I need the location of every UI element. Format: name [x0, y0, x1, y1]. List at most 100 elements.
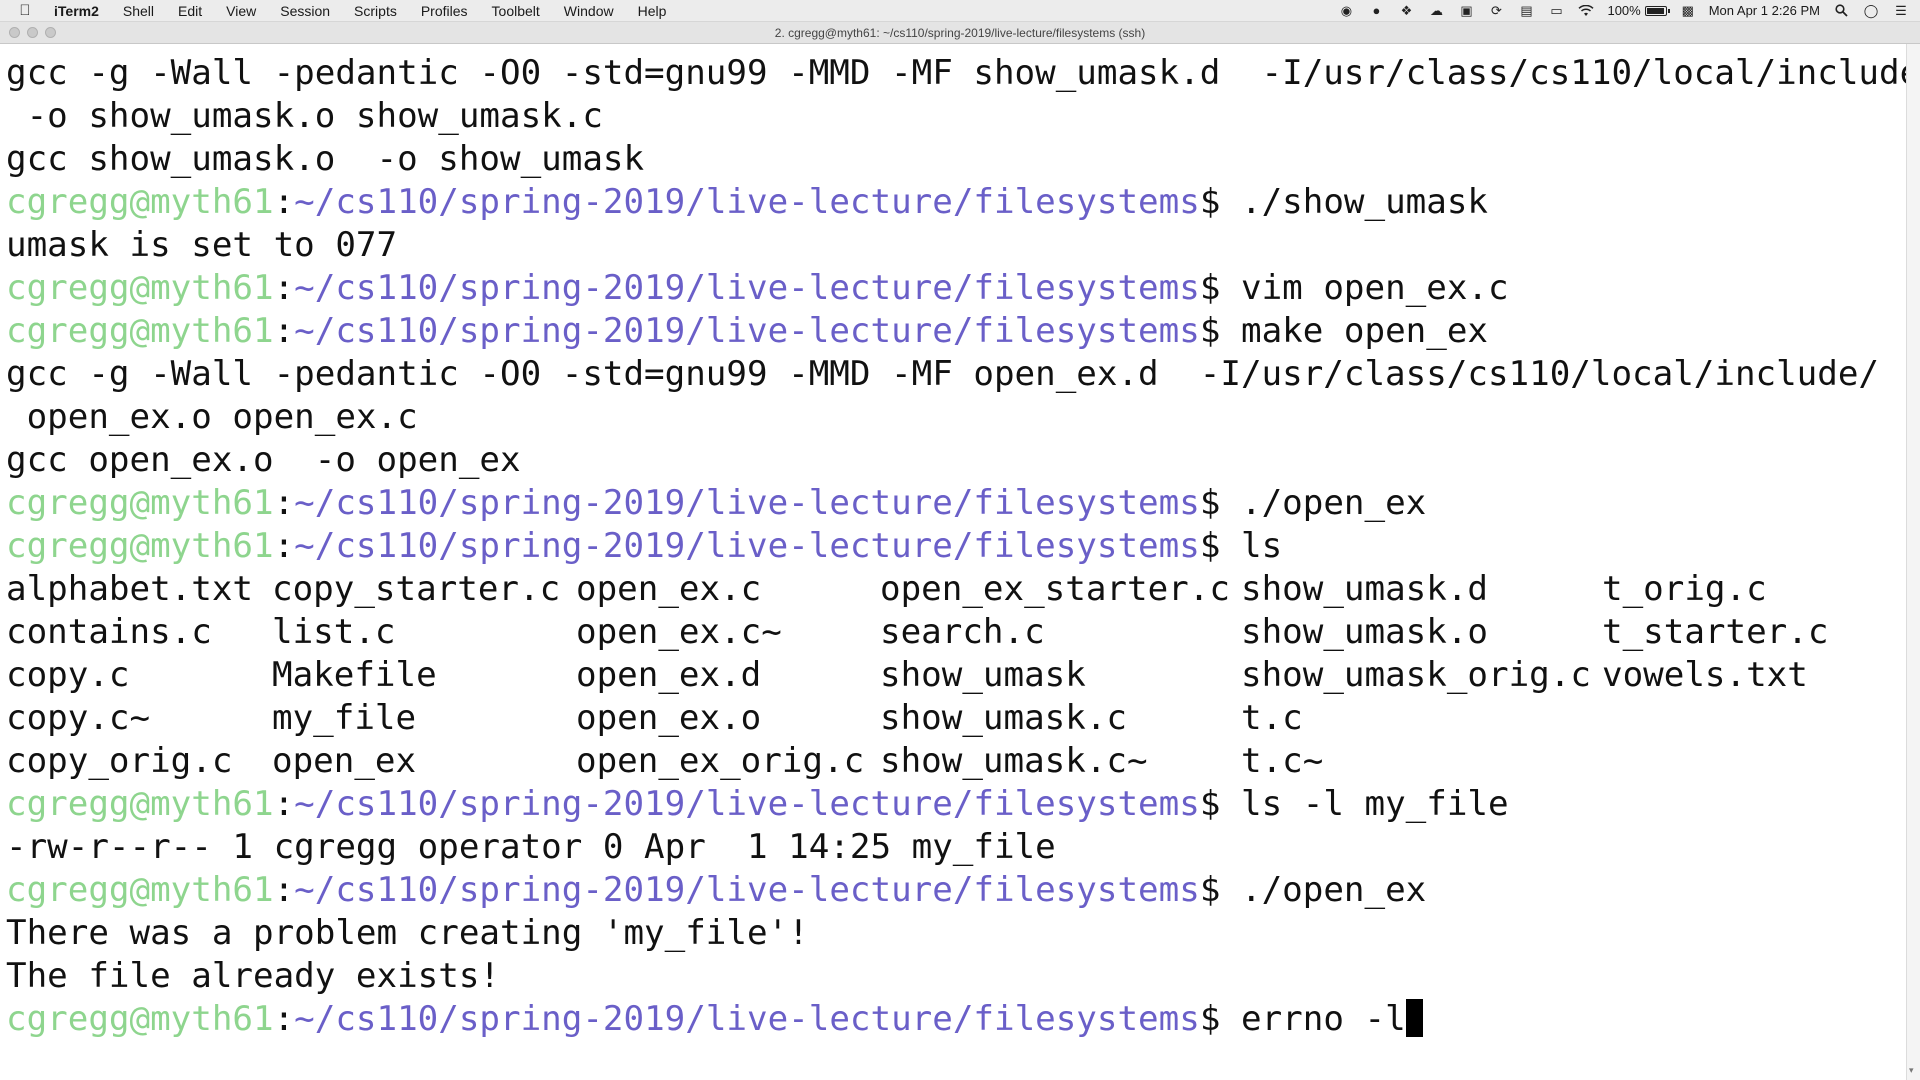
prompt-user-host: cgregg@myth61: [6, 483, 274, 523]
ls-file-entry: open_ex_orig.c: [576, 741, 865, 781]
ls-file-entry: open_ex: [272, 741, 417, 781]
ls-file-entry: t_starter.c: [1602, 612, 1829, 652]
menu-clock[interactable]: Mon Apr 1 2:26 PM: [1709, 3, 1820, 18]
prompt-user-host: cgregg@myth61: [6, 182, 274, 222]
menu-toolbelt[interactable]: Toolbelt: [480, 3, 552, 19]
ls-file-entry: t_orig.c: [1602, 569, 1767, 609]
prompt-line: cgregg@myth61:~/cs110/spring-2019/live-l…: [6, 482, 1906, 525]
airplay-icon[interactable]: ▭: [1547, 2, 1565, 20]
output-text: -rw-r--r-- 1 cgregg operator 0 Apr 1 14:…: [6, 827, 1056, 867]
ls-file-entry: open_ex.c: [576, 569, 762, 609]
prompt-dollar: $: [1199, 526, 1221, 566]
prompt-colon: :: [273, 999, 295, 1039]
prompt-colon: :: [273, 784, 295, 824]
sync-icon[interactable]: ⟳: [1487, 2, 1505, 20]
prompt-dollar: $: [1199, 870, 1221, 910]
prompt-dollar: $: [1199, 182, 1221, 222]
ls-file-entry: alphabet.txt: [6, 569, 253, 609]
prompt-line: cgregg@myth61:~/cs110/spring-2019/live-l…: [6, 998, 1906, 1041]
ls-file-entry: Makefile: [272, 655, 437, 695]
input-source-icon[interactable]: ▩: [1679, 2, 1697, 20]
ls-file-entry: my_file: [272, 698, 417, 738]
prompt-line: cgregg@myth61:~/cs110/spring-2019/live-l…: [6, 525, 1906, 568]
cloud-icon[interactable]: ☁: [1427, 2, 1445, 20]
output-line: open_ex.o open_ex.c: [6, 396, 1906, 439]
ls-file-entry: copy.c: [6, 655, 130, 695]
output-line: gcc open_ex.o -o open_ex: [6, 439, 1906, 482]
minimize-window-button[interactable]: [27, 27, 38, 38]
wifi-icon[interactable]: [1577, 2, 1595, 20]
output-text: umask is set to 077: [6, 225, 398, 265]
drive-icon[interactable]: ▤: [1517, 2, 1535, 20]
record-icon[interactable]: ◉: [1337, 2, 1355, 20]
ls-file-entry: open_ex.c~: [576, 612, 782, 652]
prompt-path: ~/cs110/spring-2019/live-lecture/filesys…: [294, 526, 1200, 566]
ls-file-entry: show_umask: [880, 655, 1086, 695]
window-title-bar: 2. cgregg@myth61: ~/cs110/spring-2019/li…: [0, 22, 1920, 44]
prompt-path: ~/cs110/spring-2019/live-lecture/filesys…: [294, 182, 1200, 222]
battery-icon: [1644, 5, 1670, 16]
output-line: -rw-r--r-- 1 cgregg operator 0 Apr 1 14:…: [6, 826, 1906, 869]
prompt-line: cgregg@myth61:~/cs110/spring-2019/live-l…: [6, 869, 1906, 912]
prompt-colon: :: [273, 870, 295, 910]
ls-output-row: contains.c list.c open_ex.c~ search.c show_u…: [6, 611, 1906, 654]
ls-output-row: alphabet.txt copy_starter.c open_ex.c open_…: [6, 568, 1906, 611]
prompt-dollar: $: [1199, 784, 1221, 824]
prompt-line: cgregg@myth61:~/cs110/spring-2019/live-l…: [6, 783, 1906, 826]
battery-percent: 100%: [1607, 3, 1641, 18]
output-text: gcc open_ex.o -o open_ex: [6, 440, 521, 480]
menu-window[interactable]: Window: [552, 3, 626, 19]
output-line: umask is set to 077: [6, 224, 1906, 267]
prompt-user-host: cgregg@myth61: [6, 311, 274, 351]
menu-app-name[interactable]: iTerm2: [42, 3, 111, 19]
menu-bar:  iTerm2 Shell Edit View Session Scripts…: [0, 0, 1920, 22]
screen-capture-icon[interactable]: ▣: [1457, 2, 1475, 20]
ls-file-entry: [1602, 740, 1902, 783]
prompt-line: cgregg@myth61:~/cs110/spring-2019/live-l…: [6, 181, 1906, 224]
command-text: vim open_ex.c: [1220, 268, 1509, 308]
ls-file-entry: t.c~: [1241, 741, 1324, 781]
prompt-user-host: cgregg@myth61: [6, 268, 274, 308]
ls-file-entry: open_ex.d: [576, 655, 762, 695]
ls-file-entry: copy.c~: [6, 698, 151, 738]
apple-menu-icon[interactable]: : [8, 2, 42, 19]
menu-shell[interactable]: Shell: [111, 3, 166, 19]
spotlight-search-icon[interactable]: [1832, 2, 1850, 20]
menu-profiles[interactable]: Profiles: [409, 3, 480, 19]
ls-file-entry: open_ex_starter.c: [880, 569, 1230, 609]
menu-session[interactable]: Session: [268, 3, 342, 19]
menu-help[interactable]: Help: [626, 3, 679, 19]
menu-view[interactable]: View: [214, 3, 268, 19]
zoom-window-button[interactable]: [45, 27, 56, 38]
prompt-path: ~/cs110/spring-2019/live-lecture/filesys…: [294, 870, 1200, 910]
dropbox-icon[interactable]: ❖: [1397, 2, 1415, 20]
menu-scripts[interactable]: Scripts: [342, 3, 409, 19]
menu-edit[interactable]: Edit: [166, 3, 214, 19]
ls-file-entry: show_umask.o: [1241, 612, 1488, 652]
ls-file-entry: list.c: [272, 612, 396, 652]
ls-file-entry: show_umask.c~: [880, 741, 1148, 781]
ls-output-row: copy_orig.c open_ex open_ex_orig.c show_uma…: [6, 740, 1906, 783]
terminal-output[interactable]: gcc -g -Wall -pedantic -O0 -std=gnu99 -M…: [0, 44, 1906, 1080]
output-text: gcc show_umask.o -o show_umask: [6, 139, 645, 179]
command-text: ./open_ex: [1220, 483, 1427, 523]
scrollbar[interactable]: ▾: [1906, 44, 1920, 1080]
command-text: errno -l: [1220, 999, 1406, 1039]
circle-icon[interactable]: ●: [1367, 2, 1385, 20]
ls-output-row: copy.c~ my_file open_ex.o show_umask.c t.c: [6, 697, 1906, 740]
close-window-button[interactable]: [9, 27, 20, 38]
siri-icon[interactable]: ◯: [1862, 2, 1880, 20]
prompt-path: ~/cs110/spring-2019/live-lecture/filesys…: [294, 483, 1200, 523]
notification-center-icon[interactable]: ☰: [1892, 2, 1910, 20]
ls-file-entry: search.c: [880, 612, 1045, 652]
output-line: The file already exists!: [6, 955, 1906, 998]
scroll-down-arrow-icon[interactable]: ▾: [1909, 1066, 1914, 1076]
prompt-colon: :: [273, 182, 295, 222]
output-text: gcc -g -Wall -pedantic -O0 -std=gnu99 -M…: [6, 354, 1906, 394]
prompt-user-host: cgregg@myth61: [6, 999, 274, 1039]
output-text: -o show_umask.o show_umask.c: [6, 96, 603, 136]
prompt-user-host: cgregg@myth61: [6, 784, 274, 824]
prompt-path: ~/cs110/spring-2019/live-lecture/filesys…: [294, 268, 1200, 308]
battery-indicator[interactable]: 100%: [1607, 3, 1670, 18]
ls-file-entry: copy_orig.c: [6, 741, 233, 781]
